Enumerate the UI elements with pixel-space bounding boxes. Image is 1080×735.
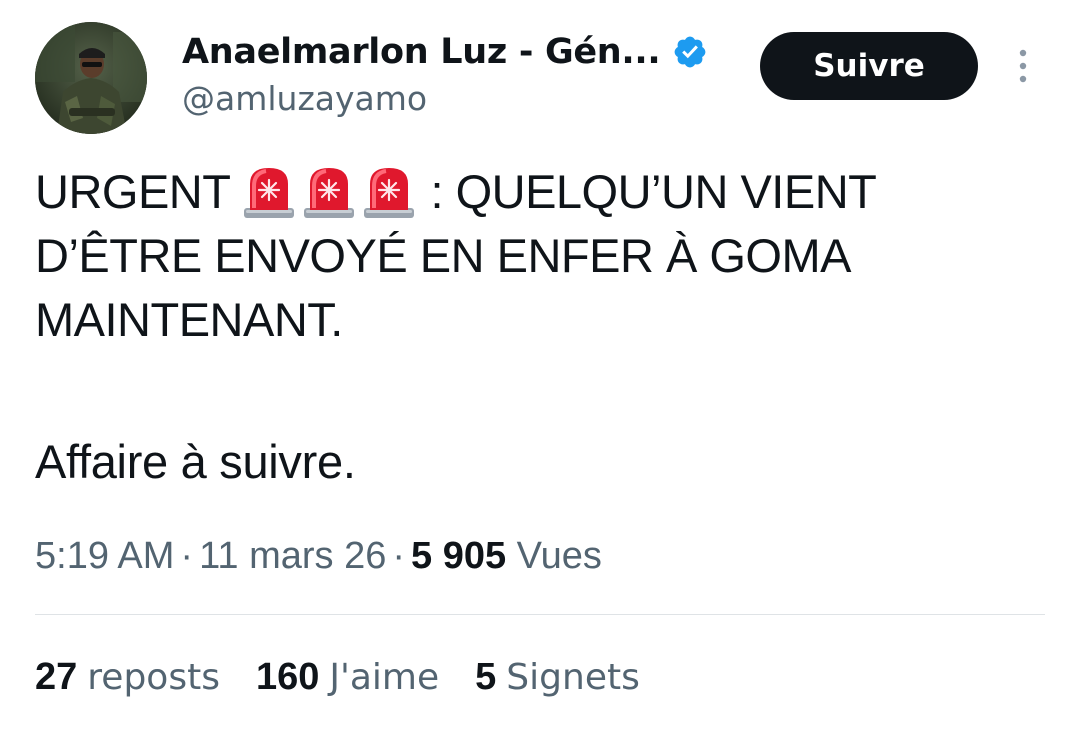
views-count: 5 905 [411,535,507,577]
tweet-date[interactable]: 11 mars 26 [199,535,386,577]
bookmarks-count: 5 [475,656,497,698]
tweet-time[interactable]: 5:19 AM [35,535,174,577]
meta-separator: · [392,535,406,577]
tweet-line-3: MAINTENANT. [35,293,343,346]
likes-stat[interactable]: 160 J'aime [256,656,439,699]
display-name[interactable]: Anaelmarlon Luz - Gén... [182,32,661,72]
tweet-line-1-end: : QUELQU’UN VIENT [430,165,877,218]
police-siren-icon [244,168,295,218]
bookmarks-label: Signets [506,657,640,698]
follow-button[interactable]: Suivre [760,32,978,100]
tweet-text: URGENT: QUELQU’UN VIENT D’ÊTRE ENVOYÉ E… [35,160,1045,352]
more-options-icon[interactable] [1004,46,1042,86]
views-label: Vues [516,535,602,577]
bookmarks-stat[interactable]: 5 Signets [475,656,640,699]
likes-label: J'aime [329,657,440,698]
tweet-line-1: URGENT: QUELQU’UN VIENT [35,160,1045,224]
tweet-urgent-word: URGENT [35,165,231,218]
profile-avatar-image [35,22,147,134]
police-siren-icon [304,168,355,218]
tweet-followup-text: Affaire à suivre. [35,435,356,488]
divider [35,614,1045,615]
reposts-label: reposts [87,657,220,698]
meta-separator: · [180,535,194,577]
author-handle[interactable]: @amluzayamo [182,79,427,118]
reposts-count: 27 [35,656,78,698]
avatar[interactable] [35,22,147,134]
tweet-line-2: D’ÊTRE ENVOYÉ EN ENFER À GOMA [35,229,851,282]
likes-count: 160 [255,656,320,698]
siren-emoji-group [242,164,416,220]
engagement-stats: 27 reposts 160 J'aime 5 Signets [35,656,676,708]
police-siren-icon [364,168,415,218]
tweet-meta: 5:19 AM · 11 mars 26 · 5 905 Vues [35,532,602,580]
author-name-row: Anaelmarlon Luz - Gén... [182,30,708,74]
reposts-stat[interactable]: 27 reposts [35,656,220,699]
verified-badge-icon[interactable] [672,34,708,70]
